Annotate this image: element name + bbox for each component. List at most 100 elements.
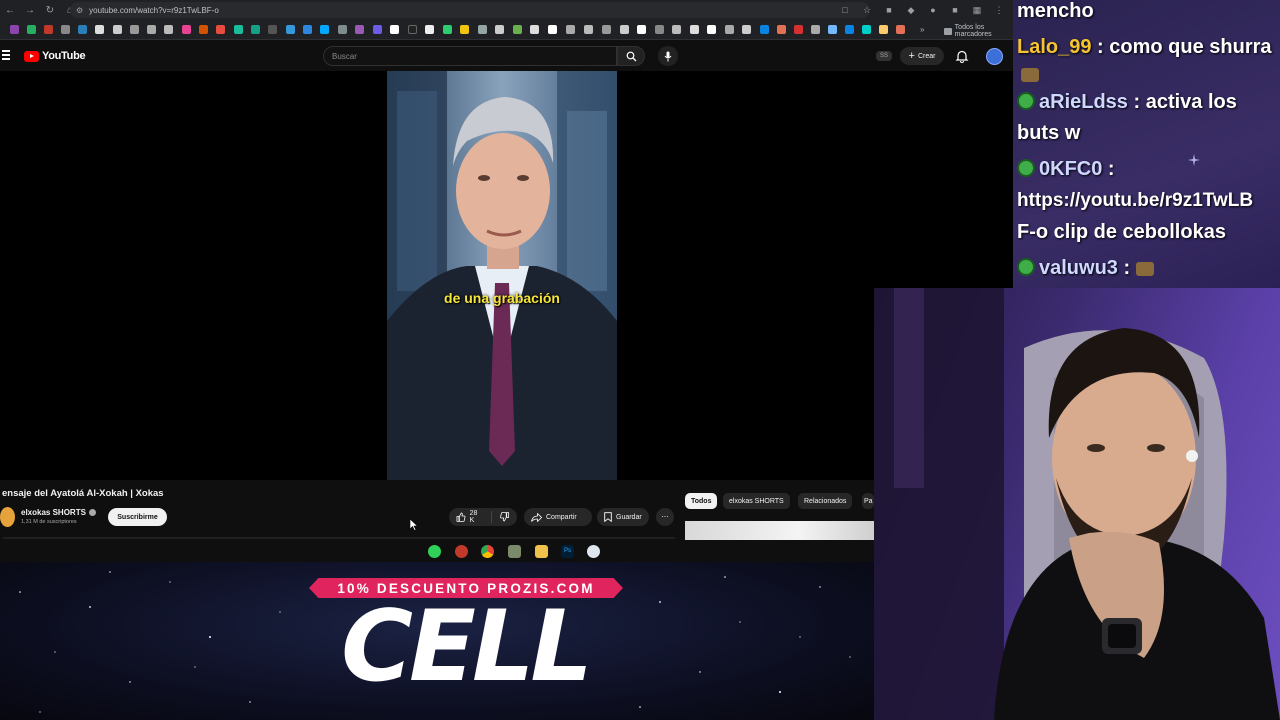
bookmark-icon[interactable] — [777, 25, 786, 34]
chrome-icon[interactable] — [481, 545, 494, 558]
notifications-bell-icon[interactable] — [955, 49, 969, 63]
description-box[interactable] — [3, 537, 675, 539]
bookmark-icon[interactable] — [620, 25, 629, 34]
bookmark-icon[interactable] — [584, 25, 593, 34]
chip-more[interactable]: Pa — [862, 493, 874, 509]
app-icon[interactable] — [587, 545, 600, 558]
create-button[interactable]: + Crear — [900, 47, 944, 65]
bookmark-icon[interactable] — [742, 25, 751, 34]
bookmark-icon[interactable] — [548, 25, 557, 34]
extension-icon[interactable]: ■ — [948, 3, 962, 17]
bookmark-icon[interactable] — [862, 25, 871, 34]
app-icon[interactable] — [428, 545, 441, 558]
bookmark-icon[interactable] — [27, 25, 36, 34]
thumbs-down-icon[interactable] — [500, 512, 510, 522]
bookmark-icon[interactable] — [164, 25, 173, 34]
recommended-thumbnail[interactable] — [685, 521, 874, 540]
bookmark-icon[interactable] — [408, 25, 417, 34]
bookmark-icon[interactable] — [725, 25, 734, 34]
bookmark-icon[interactable] — [845, 25, 854, 34]
channel-name-link[interactable]: elxokas SHORTS — [21, 508, 96, 517]
video-player[interactable]: de una grabación — [0, 71, 1013, 480]
more-actions-button[interactable]: ⋯ — [656, 508, 674, 526]
all-bookmarks-folder[interactable]: Todos los marcadores — [944, 24, 1013, 38]
address-bar[interactable]: ⚙ youtube.com/watch?v=r9z1TwLBF-o — [70, 2, 870, 18]
voice-search-button[interactable] — [658, 46, 678, 66]
bookmark-icon[interactable] — [61, 25, 70, 34]
site-info-icon[interactable]: ⚙ — [76, 6, 83, 15]
bookmark-icon[interactable] — [794, 25, 803, 34]
more-bookmarks-icon[interactable]: » — [920, 25, 929, 34]
bookmark-icon[interactable] — [199, 25, 208, 34]
bookmark-icon[interactable] — [566, 25, 575, 34]
forward-icon[interactable]: → — [20, 0, 40, 20]
hamburger-menu-icon[interactable] — [2, 50, 10, 60]
puzzle-icon[interactable]: ▦ — [970, 3, 984, 17]
thumbs-up-icon[interactable] — [456, 512, 466, 522]
bookmark-icon[interactable] — [443, 25, 452, 34]
bookmark-icon[interactable] — [460, 25, 469, 34]
bookmark-icon[interactable] — [182, 25, 191, 34]
youtube-logo[interactable]: YouTube — [24, 50, 86, 62]
bookmark-icon[interactable] — [234, 25, 243, 34]
bookmark-icon[interactable] — [147, 25, 156, 34]
bookmark-icon[interactable] — [130, 25, 139, 34]
share-button[interactable]: Compartir — [524, 508, 592, 526]
bookmark-icon[interactable] — [251, 25, 260, 34]
bookmark-icon[interactable] — [425, 25, 434, 34]
account-avatar[interactable] — [986, 48, 1003, 65]
search-button[interactable] — [617, 46, 645, 66]
bookmark-icon[interactable] — [44, 25, 53, 34]
chip-related[interactable]: Relacionados — [798, 493, 853, 509]
reload-icon[interactable]: ↻ — [40, 0, 60, 20]
back-icon[interactable]: ← — [0, 0, 20, 20]
bookmark-icon[interactable] — [373, 25, 382, 34]
subscribe-button[interactable]: Suscribirme — [108, 508, 167, 526]
bookmark-icon[interactable] — [513, 25, 522, 34]
search-input[interactable]: Buscar — [323, 46, 617, 66]
cast-badge[interactable]: SS — [876, 51, 892, 61]
bookmark-icon[interactable] — [672, 25, 681, 34]
chat-link[interactable]: https://youtu.be/r9z1TwLB — [1017, 185, 1279, 217]
bookmark-icon[interactable] — [113, 25, 122, 34]
bookmark-star-icon[interactable]: ☆ — [860, 3, 874, 17]
chip-all[interactable]: Todos — [685, 493, 718, 509]
bookmark-icon[interactable] — [338, 25, 347, 34]
bookmark-icon[interactable] — [760, 25, 769, 34]
bookmark-icon[interactable] — [95, 25, 104, 34]
save-button[interactable]: Guardar — [597, 508, 649, 526]
bookmark-icon[interactable] — [286, 25, 295, 34]
bookmark-icon[interactable] — [637, 25, 646, 34]
app-icon[interactable] — [508, 545, 521, 558]
folder-icon[interactable] — [535, 545, 548, 558]
bookmark-icon[interactable] — [478, 25, 487, 34]
bookmark-icon[interactable] — [390, 25, 399, 34]
bookmark-icon[interactable] — [320, 25, 329, 34]
bookmark-icon[interactable] — [896, 25, 905, 34]
app-icon[interactable] — [455, 545, 468, 558]
bookmark-icon[interactable] — [879, 25, 888, 34]
photoshop-icon[interactable]: Ps — [561, 545, 574, 558]
bookmark-icon[interactable] — [78, 25, 87, 34]
like-count[interactable]: 28 K — [470, 510, 484, 524]
extension-icon[interactable]: ● — [926, 3, 940, 17]
bookmark-icon[interactable] — [828, 25, 837, 34]
bookmark-icon[interactable] — [811, 25, 820, 34]
bookmark-icon[interactable] — [655, 25, 664, 34]
bookmark-icon[interactable] — [707, 25, 716, 34]
channel-avatar[interactable] — [0, 507, 15, 527]
chip-channel[interactable]: elxokas SHORTS — [723, 493, 790, 509]
extension-icon[interactable]: ◆ — [904, 3, 918, 17]
menu-icon[interactable]: ⋮ — [992, 3, 1006, 17]
bookmark-icon[interactable] — [495, 25, 504, 34]
bookmark-icon[interactable] — [602, 25, 611, 34]
bookmark-icon[interactable] — [530, 25, 539, 34]
video-frame[interactable]: de una grabación — [387, 71, 617, 480]
install-icon[interactable]: □ — [838, 3, 852, 17]
extension-icon[interactable]: ■ — [882, 3, 896, 17]
bookmark-icon[interactable] — [268, 25, 277, 34]
bookmark-icon[interactable] — [355, 25, 364, 34]
bookmark-icon[interactable] — [10, 25, 19, 34]
bookmark-icon[interactable] — [216, 25, 225, 34]
bookmark-icon[interactable] — [690, 25, 699, 34]
